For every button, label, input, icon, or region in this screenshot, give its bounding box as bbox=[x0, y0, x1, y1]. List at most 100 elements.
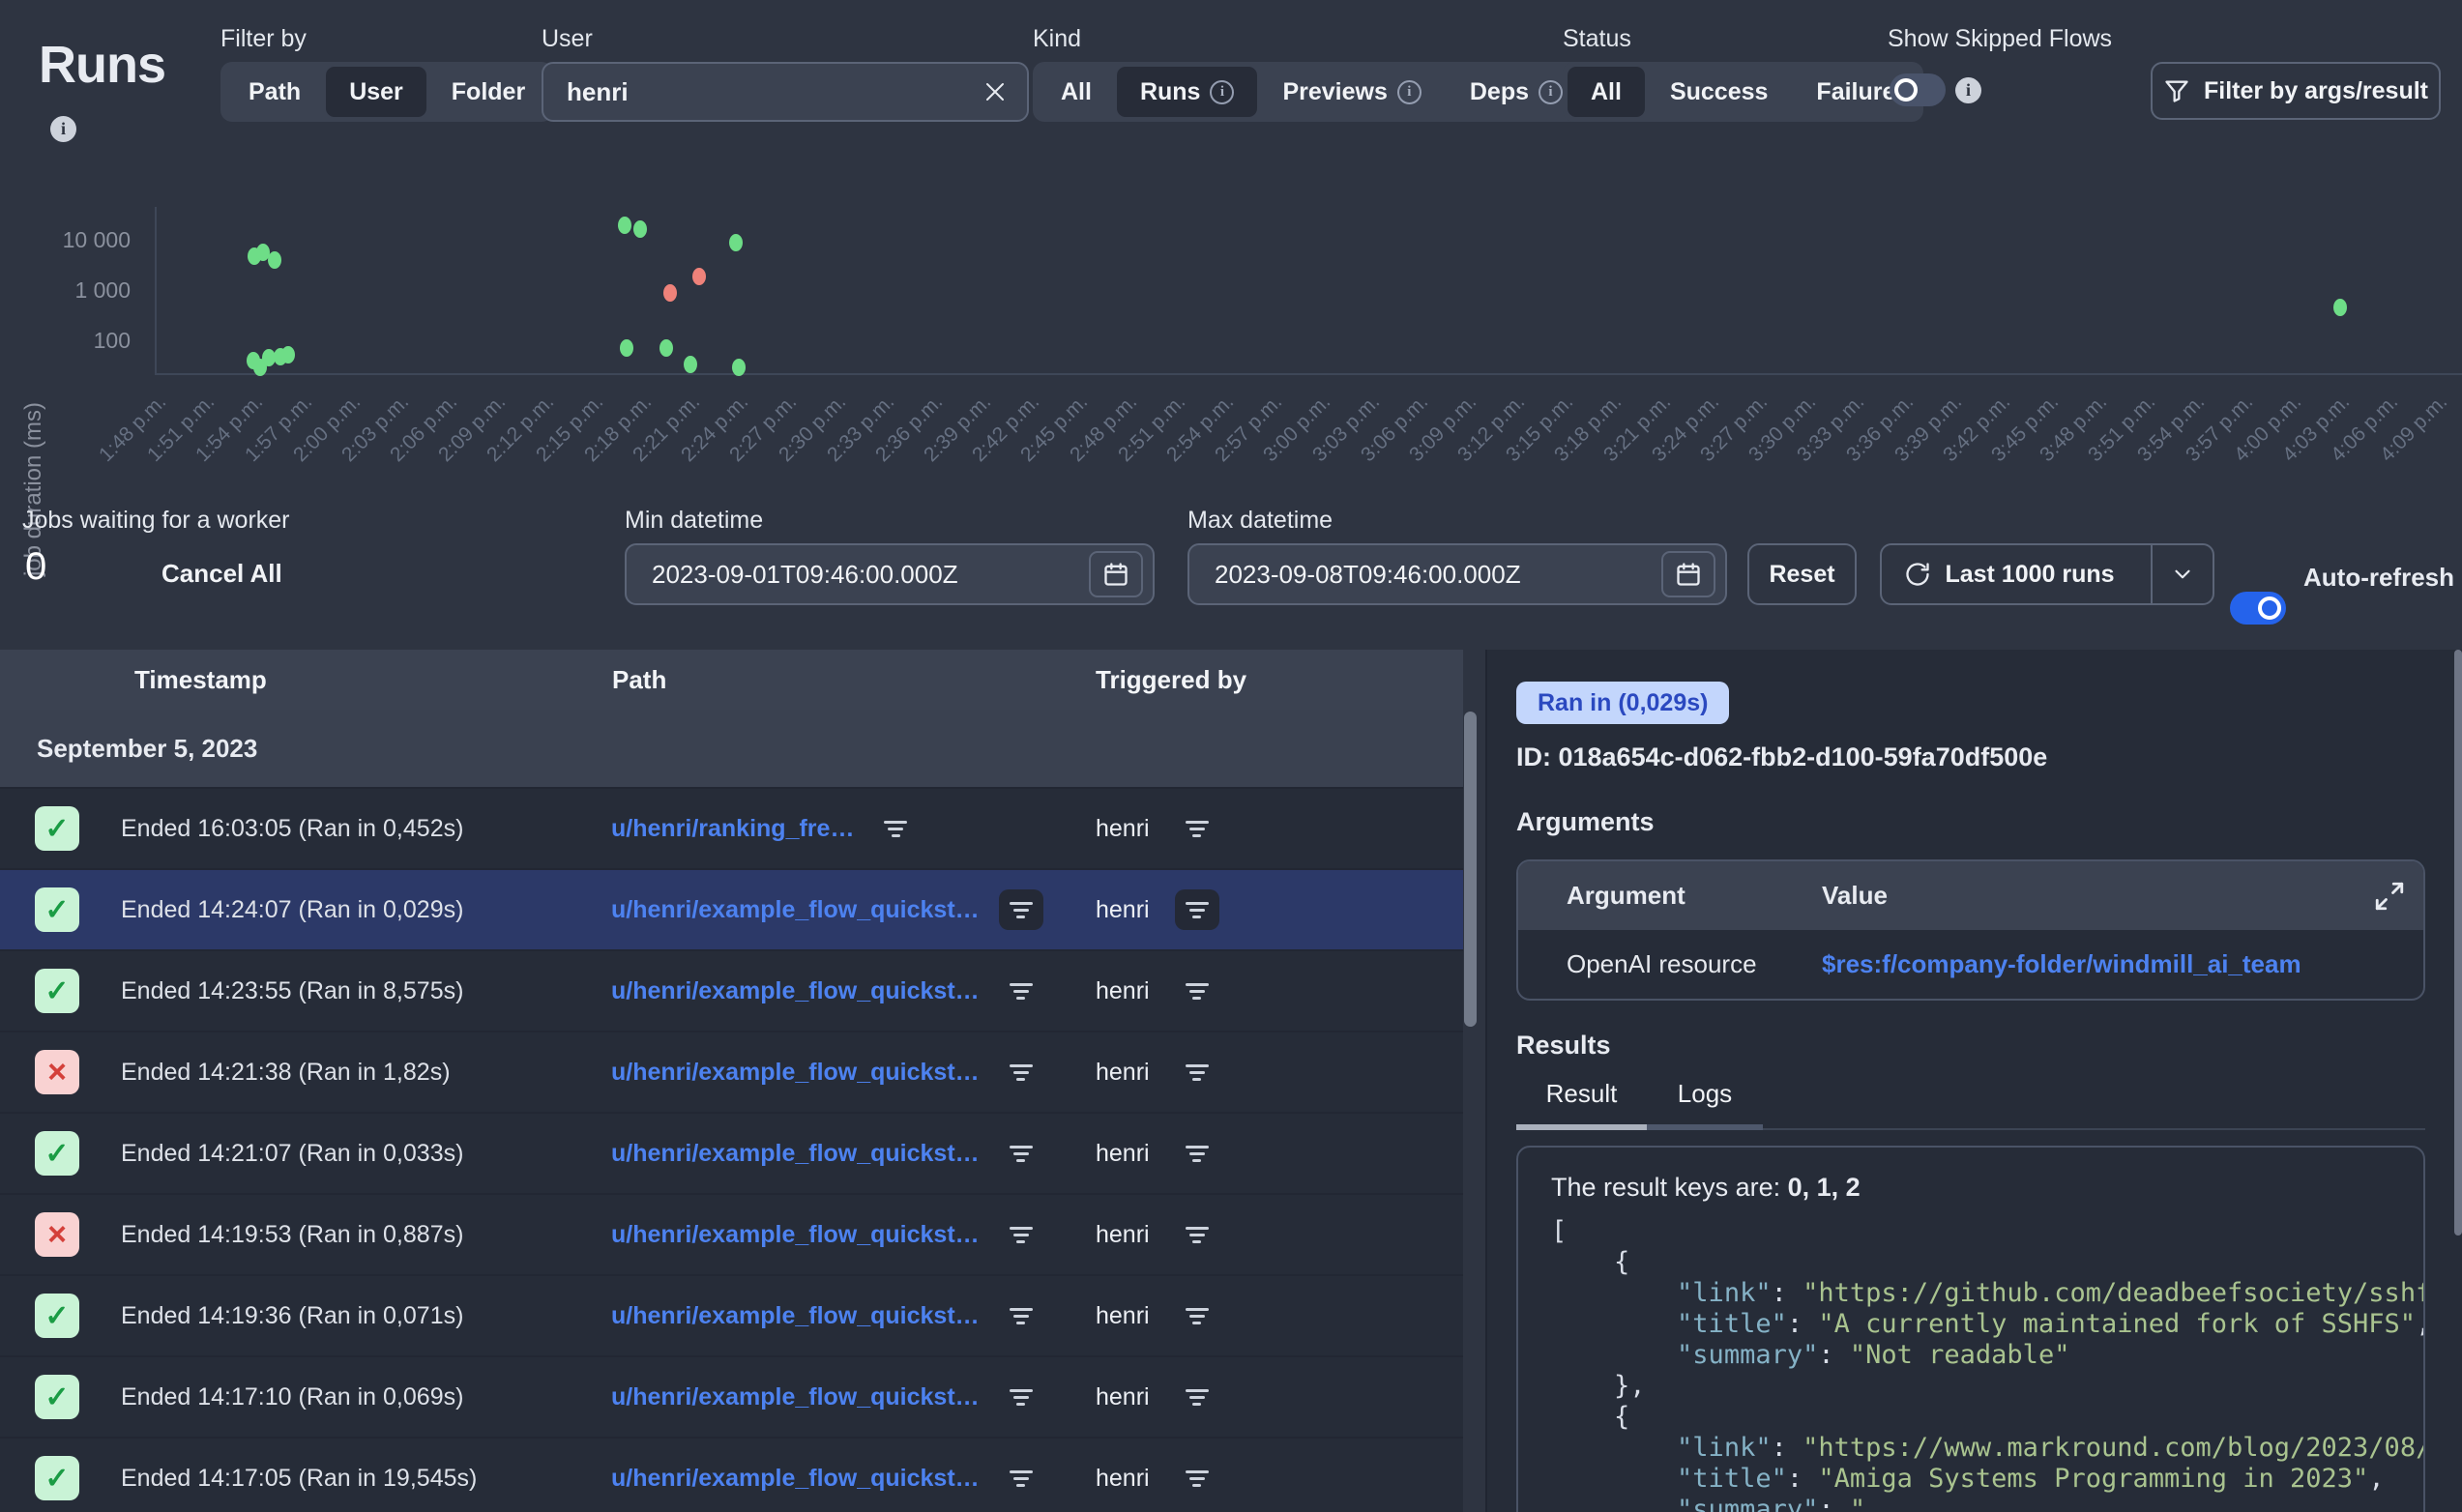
table-row[interactable]: ✓ Ended 14:23:55 (Ran in 8,575s) u/henri/e… bbox=[0, 951, 1463, 1032]
run-dot-success[interactable] bbox=[684, 356, 697, 373]
filter-icon[interactable] bbox=[1175, 1458, 1219, 1498]
option-all[interactable]: All bbox=[1568, 67, 1645, 117]
tab-logs[interactable]: Logs bbox=[1647, 1065, 1763, 1130]
clear-user-filter-button[interactable] bbox=[982, 79, 1008, 104]
run-path-link[interactable]: u/henri/example_flow_quickst… bbox=[611, 1383, 980, 1411]
y-axis-tick: 1 000 bbox=[24, 276, 131, 304]
filter-icon[interactable] bbox=[999, 1458, 1043, 1498]
refresh-runs-button[interactable]: Last 1000 runs bbox=[1882, 545, 2137, 603]
run-path-link[interactable]: u/henri/example_flow_quickst… bbox=[611, 1140, 980, 1168]
table-row[interactable]: ✓Ended 14:17:05 (Ran in 19,545s)u/henri/… bbox=[0, 1439, 1463, 1512]
table-row[interactable]: ×Ended 14:19:53 (Ran in 0,887s)u/henri/e… bbox=[0, 1195, 1463, 1276]
filter-icon[interactable] bbox=[999, 1214, 1043, 1255]
run-dot-success[interactable] bbox=[659, 339, 673, 357]
filter-icon[interactable] bbox=[1175, 971, 1219, 1011]
filter-icon[interactable] bbox=[999, 1377, 1043, 1417]
filter-icon[interactable] bbox=[999, 971, 1043, 1011]
filter-icon[interactable] bbox=[999, 1295, 1043, 1336]
result-keys-text: The result keys are: bbox=[1551, 1173, 1788, 1202]
filter-icon[interactable] bbox=[999, 889, 1043, 930]
filter-icon[interactable] bbox=[1175, 1214, 1219, 1255]
show-skipped-info-icon[interactable]: i bbox=[1955, 77, 1981, 103]
run-path-link[interactable]: u/henri/example_flow_quickst… bbox=[611, 896, 980, 924]
filter-icon[interactable] bbox=[1175, 889, 1219, 930]
option-all[interactable]: All bbox=[1038, 67, 1115, 117]
run-path-link[interactable]: u/henri/example_flow_quickst… bbox=[611, 1302, 980, 1330]
run-dot-success[interactable] bbox=[268, 251, 281, 269]
run-path-link[interactable]: u/henri/example_flow_quickst… bbox=[611, 1059, 980, 1087]
run-path-link[interactable]: u/henri/example_flow_quickst… bbox=[611, 977, 980, 1005]
filter-args-button[interactable]: Filter by args/result bbox=[2151, 62, 2441, 120]
max-datetime-calendar-button[interactable] bbox=[1661, 551, 1715, 597]
run-dot-failure[interactable] bbox=[663, 284, 677, 302]
kind-label: Kind bbox=[1033, 25, 1081, 53]
max-datetime-input[interactable] bbox=[1215, 560, 1601, 590]
table-row[interactable]: ×Ended 14:21:38 (Ran in 1,82s)u/henri/ex… bbox=[0, 1032, 1463, 1114]
show-skipped-toggle[interactable] bbox=[1890, 73, 1946, 106]
chevron-down-icon bbox=[2170, 562, 2195, 587]
table-row[interactable]: ✓Ended 14:19:36 (Ran in 0,071s)u/henri/e… bbox=[0, 1276, 1463, 1357]
filter-icon[interactable] bbox=[1175, 1052, 1219, 1092]
clear-icon bbox=[982, 79, 1008, 104]
run-dot-success[interactable] bbox=[2333, 299, 2347, 316]
table-row[interactable]: ✓Ended 14:21:07 (Ran in 0,033s)u/henri/e… bbox=[0, 1114, 1463, 1195]
run-dot-failure[interactable] bbox=[692, 268, 706, 285]
option-previews[interactable]: Previews i bbox=[1259, 67, 1444, 117]
table-row[interactable]: ✓Ended 16:03:05 (Ran in 0,452s)u/henri/r… bbox=[0, 789, 1463, 870]
table-scrollbar[interactable] bbox=[1464, 712, 1477, 1027]
filter-icon[interactable] bbox=[999, 1052, 1043, 1092]
panel-scrollbar[interactable] bbox=[2454, 650, 2462, 1236]
run-dot-success[interactable] bbox=[281, 346, 295, 363]
filter-icon[interactable] bbox=[1175, 808, 1219, 849]
run-dot-success[interactable] bbox=[633, 220, 647, 238]
info-icon: i bbox=[1397, 80, 1422, 104]
triggered-by-cell: henri bbox=[1096, 1276, 1219, 1355]
triggered-by: henri bbox=[1096, 1383, 1150, 1411]
filter-icon[interactable] bbox=[873, 808, 918, 849]
option-runs[interactable]: Runsi bbox=[1117, 67, 1258, 117]
filter-icon[interactable] bbox=[1175, 1377, 1219, 1417]
option-success[interactable]: Success bbox=[1647, 67, 1791, 117]
run-path-link[interactable]: u/henri/example_flow_quickst… bbox=[611, 1465, 980, 1493]
run-dot-success[interactable] bbox=[729, 234, 743, 251]
run-dot-success[interactable] bbox=[620, 339, 633, 357]
table-row[interactable]: ✓Ended 14:24:07 (Ran in 0,029s)u/henri/e… bbox=[0, 870, 1463, 951]
run-timestamp: Ended 14:19:36 (Ran in 0,071s) bbox=[121, 1276, 463, 1355]
success-icon: ✓ bbox=[35, 1131, 79, 1176]
path-cell: u/henri/ranking_fre… bbox=[611, 789, 918, 868]
cancel-all-button[interactable]: Cancel All bbox=[161, 559, 282, 589]
filter-icon[interactable] bbox=[999, 1133, 1043, 1174]
table-row[interactable]: ✓Ended 14:17:10 (Ran in 0,069s)u/henri/e… bbox=[0, 1357, 1463, 1439]
triggered-by-cell: henri bbox=[1096, 951, 1219, 1031]
run-timestamp: Ended 14:23:55 (Ran in 8,575s) bbox=[121, 951, 463, 1031]
expand-arguments-button[interactable] bbox=[2373, 880, 2406, 913]
user-label: User bbox=[542, 25, 593, 53]
run-dot-success[interactable] bbox=[618, 217, 631, 234]
failure-icon: × bbox=[35, 1050, 79, 1094]
filter-icon[interactable] bbox=[1175, 1133, 1219, 1174]
reset-button[interactable]: Reset bbox=[1747, 543, 1857, 605]
expand-icon bbox=[2373, 880, 2406, 913]
filter-by-label: Filter by bbox=[220, 25, 307, 53]
min-datetime-calendar-button[interactable] bbox=[1089, 551, 1143, 597]
toggle-knob bbox=[2258, 596, 2281, 620]
option-folder[interactable]: Folder bbox=[428, 67, 548, 117]
runs-count-label: Last 1000 runs bbox=[1945, 561, 2114, 589]
option-path[interactable]: Path bbox=[225, 67, 324, 117]
argument-value-link[interactable]: $res:f/company-folder/windmill_ai_team bbox=[1822, 949, 2301, 979]
auto-refresh-toggle[interactable] bbox=[2230, 592, 2286, 625]
min-datetime-input[interactable] bbox=[652, 560, 1039, 590]
success-icon: ✓ bbox=[35, 969, 79, 1013]
min-datetime-box bbox=[625, 543, 1155, 605]
tab-result[interactable]: Result bbox=[1516, 1065, 1647, 1130]
runs-count-dropdown-button[interactable] bbox=[2151, 545, 2213, 603]
run-dot-success[interactable] bbox=[732, 359, 746, 376]
run-path-link[interactable]: u/henri/example_flow_quickst… bbox=[611, 1221, 980, 1249]
option-label: Previews bbox=[1282, 78, 1387, 106]
option-user[interactable]: User bbox=[326, 67, 426, 117]
runs-info-icon[interactable]: i bbox=[50, 116, 76, 142]
run-path-link[interactable]: u/henri/ranking_fre… bbox=[611, 815, 854, 843]
filter-icon[interactable] bbox=[1175, 1295, 1219, 1336]
user-filter-input[interactable] bbox=[567, 77, 982, 107]
path-cell: u/henri/example_flow_quickst… bbox=[611, 1114, 1043, 1193]
